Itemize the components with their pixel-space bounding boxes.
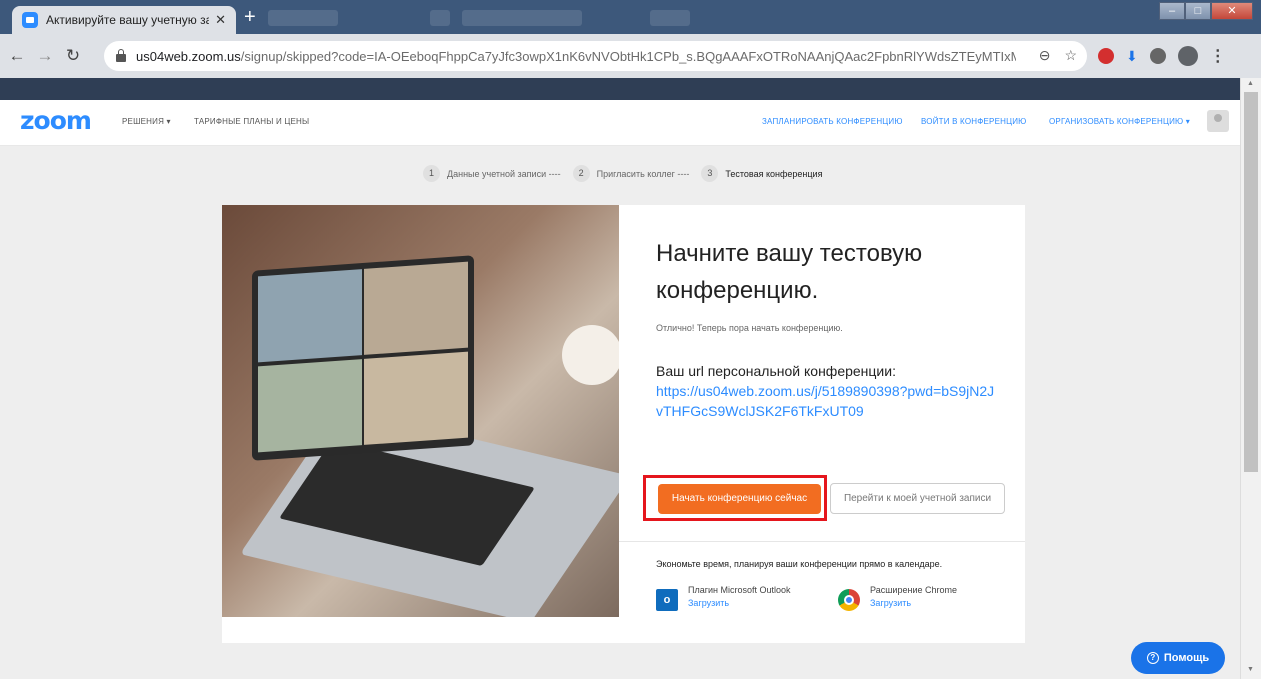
reload-icon[interactable]: ↻ bbox=[62, 46, 84, 66]
nav-solutions[interactable]: РЕШЕНИЯ ▾ bbox=[122, 117, 171, 126]
chrome-download-link[interactable]: Загрузить bbox=[870, 598, 957, 608]
adblock-icon[interactable] bbox=[1098, 48, 1114, 64]
scrollbar-thumb[interactable] bbox=[1244, 92, 1258, 472]
step-number: 2 bbox=[572, 165, 590, 182]
window-controls: – □ ✕ bbox=[1159, 2, 1253, 20]
scroll-up-icon[interactable]: ▲ bbox=[1247, 80, 1254, 87]
address-bar[interactable]: us04web.zoom.us/signup/skipped?code=IA-O… bbox=[104, 41, 1087, 71]
background-tab[interactable] bbox=[462, 10, 582, 26]
background-tab[interactable] bbox=[650, 10, 690, 26]
video-tile bbox=[258, 359, 362, 453]
help-label: Помощь bbox=[1163, 652, 1210, 664]
background-tab[interactable] bbox=[268, 10, 338, 26]
nav-schedule[interactable]: ЗАПЛАНИРОВАТЬ КОНФЕРЕНЦИЮ bbox=[762, 117, 903, 126]
back-icon[interactable]: ← bbox=[6, 46, 28, 66]
scroll-down-icon[interactable]: ▼ bbox=[1247, 666, 1254, 673]
profile-icon[interactable] bbox=[1177, 46, 1198, 66]
page-subtitle: Отлично! Теперь пора начать конференцию. bbox=[656, 323, 843, 333]
forward-icon[interactable]: → bbox=[34, 46, 56, 66]
go-to-account-button[interactable]: Перейти к моей учетной записи bbox=[830, 483, 1005, 514]
coffee-cup-shape bbox=[562, 325, 619, 385]
video-tile bbox=[258, 269, 362, 363]
bookmark-star-icon[interactable]: ☆ bbox=[1064, 47, 1077, 64]
page-scrollbar[interactable]: ▲ ▼ bbox=[1240, 78, 1261, 679]
step-number: 3 bbox=[701, 165, 719, 182]
maximize-icon[interactable]: □ bbox=[1185, 2, 1211, 20]
step-number: 1 bbox=[423, 165, 440, 182]
laptop-screen-shape bbox=[252, 255, 474, 461]
lock-icon[interactable] bbox=[116, 49, 126, 62]
step-label: Данные учетной записи ---- bbox=[447, 168, 561, 179]
outlook-download-link[interactable]: Загрузить bbox=[688, 598, 791, 608]
download-icon[interactable]: ⬇ bbox=[1126, 48, 1138, 65]
pmi-label: Ваш url персональной конференции: bbox=[656, 363, 896, 379]
pmi-link[interactable]: https://us04web.zoom.us/j/5189890398?pwd… bbox=[656, 381, 996, 421]
nav-host[interactable]: ОРГАНИЗОВАТЬ КОНФЕРЕНЦИЮ ▾ bbox=[1049, 117, 1190, 126]
browser-tab-active[interactable]: Активируйте вашу учетную запи ✕ bbox=[12, 6, 236, 34]
zoom-logo[interactable]: zoom bbox=[20, 108, 92, 133]
browser-toolbar: ← → ↻ us04web.zoom.us/signup/skipped?cod… bbox=[0, 34, 1261, 78]
card-content: Начните вашу тестовую конференцию. Отлич… bbox=[656, 235, 996, 421]
signup-stepper: 1 Данные учетной записи ---- 2 Пригласит… bbox=[423, 165, 834, 182]
help-button[interactable]: ? Помощь bbox=[1131, 642, 1225, 674]
extension-globe-icon[interactable] bbox=[1149, 48, 1166, 64]
step-label: Пригласить коллег ---- bbox=[596, 168, 690, 179]
nav-join[interactable]: ВОЙТИ В КОНФЕРЕНЦИЮ bbox=[921, 117, 1026, 126]
chrome-extension-name: Расширение Chrome bbox=[870, 585, 957, 595]
page-top-band bbox=[0, 78, 1240, 100]
zoom-magnifier-icon[interactable]: ⊖ bbox=[1039, 47, 1051, 64]
chrome-icon bbox=[838, 589, 860, 611]
step-label-active: Тестовая конференция bbox=[725, 168, 823, 179]
url-text[interactable]: us04web.zoom.us/signup/skipped?code=IA-O… bbox=[136, 49, 1016, 64]
outlook-icon: o bbox=[656, 589, 678, 611]
minimize-icon[interactable]: – bbox=[1159, 2, 1185, 20]
avatar[interactable] bbox=[1207, 110, 1229, 132]
laptop-video-call-image bbox=[222, 205, 619, 617]
video-tile bbox=[364, 261, 468, 355]
divider bbox=[619, 541, 1025, 542]
test-meeting-card: Начните вашу тестовую конференцию. Отлич… bbox=[222, 205, 1025, 643]
new-tab-button[interactable]: + bbox=[244, 7, 256, 27]
outlook-plugin-name: Плагин Microsoft Outlook bbox=[688, 585, 791, 595]
zoom-favicon-icon bbox=[22, 12, 38, 28]
calendar-hint: Экономьте время, планируя ваши конференц… bbox=[656, 559, 943, 569]
browser-tab-strip: Активируйте вашу учетную запи ✕ + – □ ✕ bbox=[0, 0, 1261, 34]
zoom-header: zoom РЕШЕНИЯ ▾ ТАРИФНЫЕ ПЛАНЫ И ЦЕНЫ ЗАП… bbox=[0, 100, 1240, 146]
help-icon: ? bbox=[1146, 652, 1159, 664]
start-meeting-button[interactable]: Начать конференцию сейчас bbox=[658, 484, 821, 514]
tab-close-icon[interactable]: ✕ bbox=[215, 12, 226, 28]
nav-plans[interactable]: ТАРИФНЫЕ ПЛАНЫ И ЦЕНЫ bbox=[194, 117, 309, 126]
window-close-icon[interactable]: ✕ bbox=[1211, 2, 1253, 20]
chrome-extension: Расширение Chrome Загрузить bbox=[838, 585, 957, 611]
menu-icon[interactable]: ⋮ bbox=[1210, 46, 1226, 66]
video-tile bbox=[364, 351, 468, 445]
page-title: Начните вашу тестовую конференцию. bbox=[656, 240, 923, 304]
background-tab[interactable] bbox=[430, 10, 450, 26]
tab-title: Активируйте вашу учетную запи bbox=[46, 13, 210, 27]
outlook-plugin: o Плагин Microsoft Outlook Загрузить bbox=[656, 585, 791, 611]
